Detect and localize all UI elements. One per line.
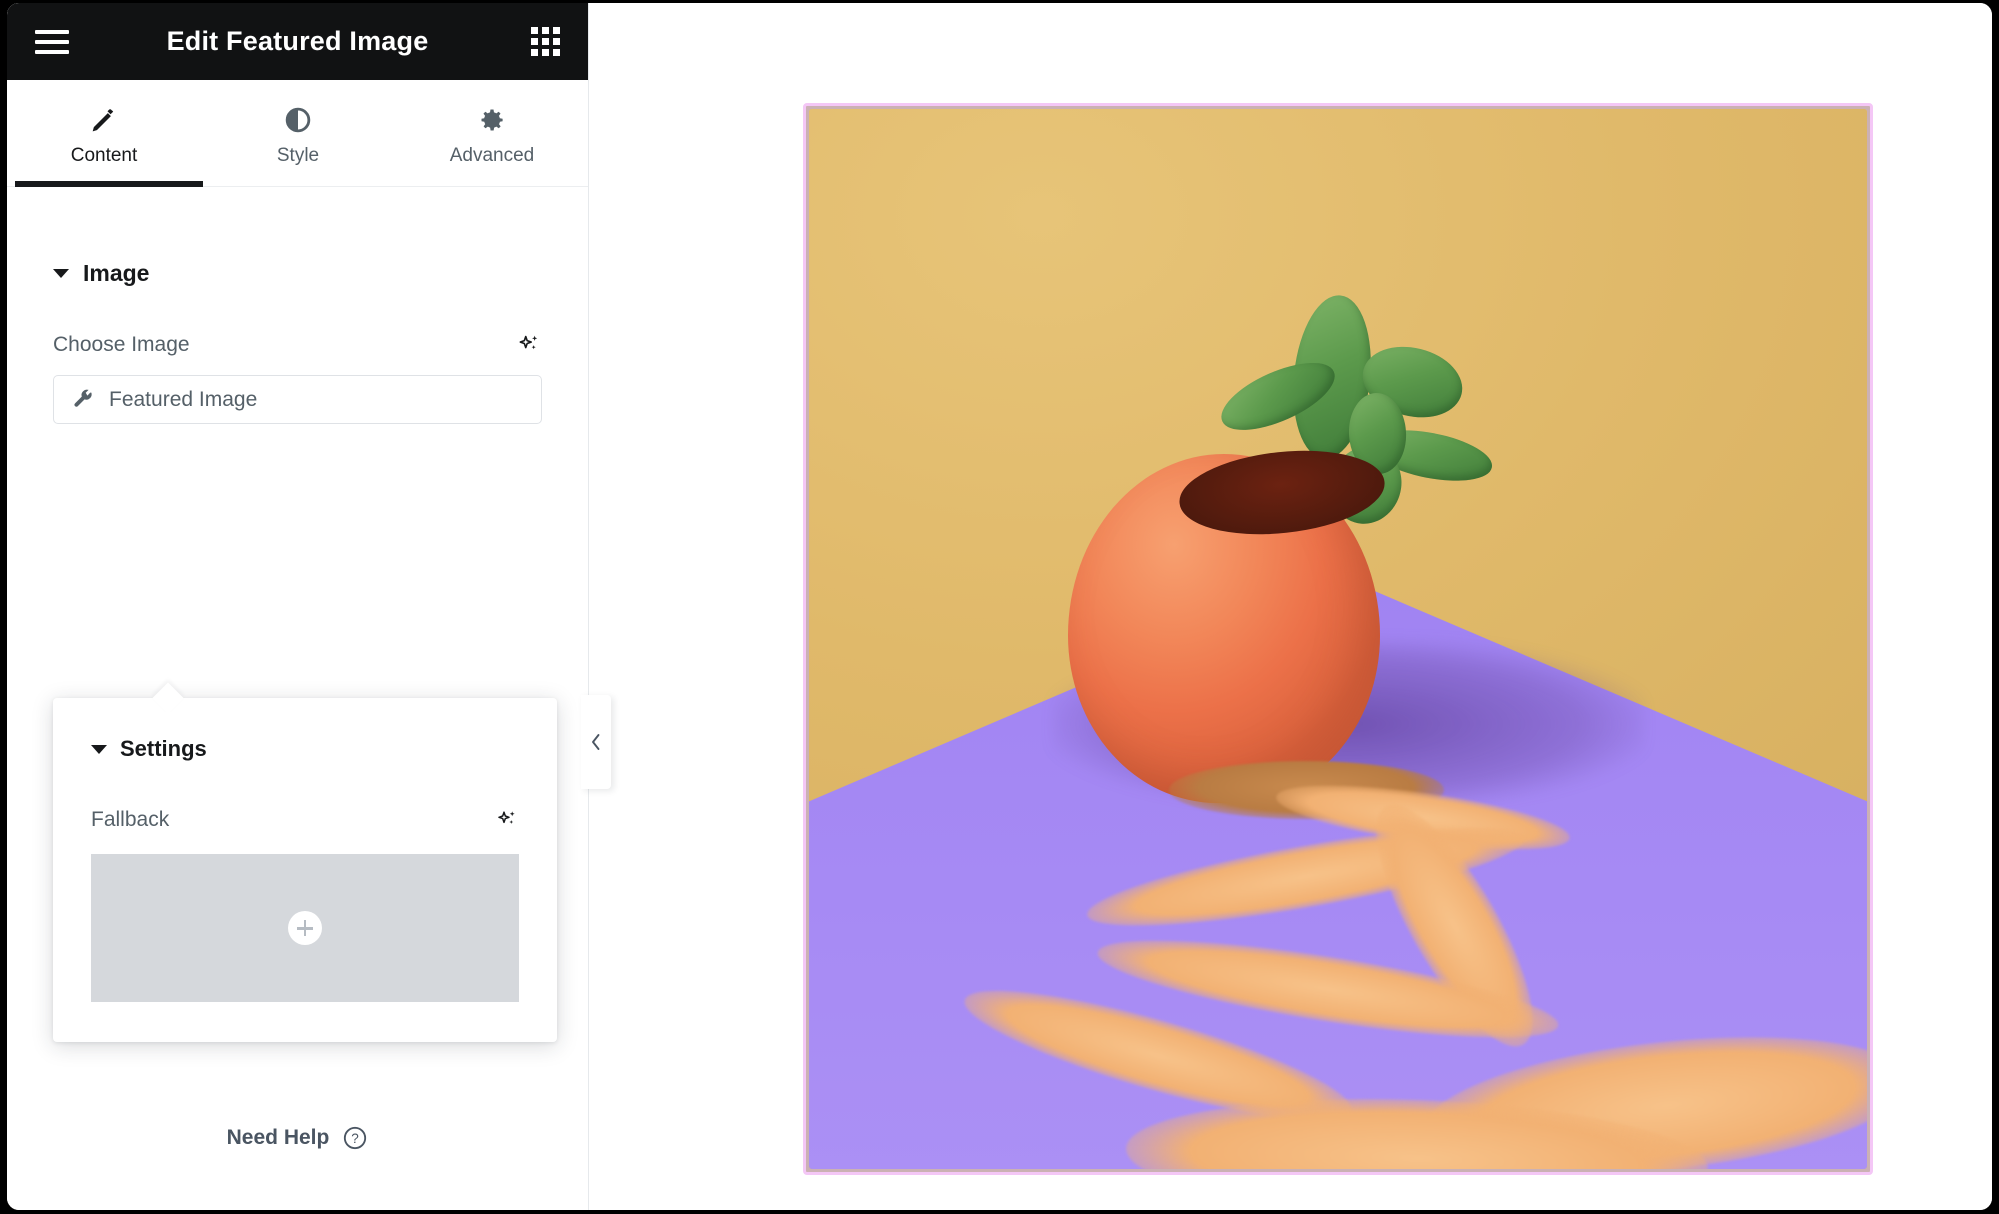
pencil-icon (92, 108, 114, 131)
tab-content[interactable]: Content (7, 80, 203, 187)
tab-content-label: Content (70, 144, 138, 166)
caret-down-icon (91, 744, 107, 754)
need-help-label: Need Help (226, 1126, 330, 1149)
wrench-icon (74, 389, 92, 407)
fallback-image-dropzone[interactable] (91, 854, 519, 1002)
tab-style[interactable]: Style (201, 80, 395, 186)
editor-tabs: Content Style Advanced (7, 80, 588, 187)
settings-popover: Settings Fallback (53, 698, 557, 1042)
choose-image-input-value: Featured Image (109, 387, 258, 411)
svg-text:?: ? (352, 1131, 360, 1146)
image-section-header[interactable]: Image (53, 260, 542, 287)
fallback-label: Fallback (91, 808, 170, 831)
question-circle-icon: ? (344, 1126, 367, 1150)
fallback-label-row: Fallback (91, 808, 519, 832)
image-section-title: Image (83, 260, 150, 286)
panel-header: Edit Featured Image (7, 3, 588, 80)
choose-image-label-row: Choose Image (53, 332, 542, 358)
featured-image-selection-frame[interactable] (803, 103, 1873, 1175)
chevron-left-icon (592, 734, 600, 750)
caret-down-icon (53, 269, 69, 278)
tab-style-label: Style (276, 144, 320, 166)
need-help-link[interactable]: Need Help ? (7, 1125, 588, 1151)
window-body: Edit Featured Image Content Style Advanc… (7, 3, 1992, 1210)
gear-icon (481, 109, 503, 130)
ai-sparkle-icon[interactable] (495, 808, 519, 832)
choose-image-label: Choose Image (53, 333, 190, 356)
tab-advanced[interactable]: Advanced (395, 80, 589, 186)
ai-sparkle-icon[interactable] (516, 332, 542, 358)
photo-sand-pile (1168, 760, 1444, 820)
featured-image-preview (809, 109, 1867, 1169)
apps-grid-icon[interactable] (531, 27, 560, 56)
panel-title: Edit Featured Image (166, 26, 429, 56)
settings-section-title: Settings (120, 736, 207, 761)
panel-content: Image Choose Image Featured Image Settin… (7, 260, 588, 1150)
settings-section-header[interactable]: Settings (91, 736, 519, 762)
choose-image-input[interactable]: Featured Image (53, 375, 542, 424)
editor-sidebar-panel: Edit Featured Image Content Style Advanc… (7, 3, 589, 1210)
panel-collapse-handle[interactable] (581, 695, 611, 789)
plus-circle-icon (288, 911, 322, 945)
contrast-icon (285, 107, 311, 132)
tab-advanced-label: Advanced (449, 144, 535, 166)
preview-canvas (590, 3, 1992, 1210)
hamburger-menu-icon[interactable] (35, 29, 69, 54)
application-window: Edit Featured Image Content Style Advanc… (0, 0, 1999, 1214)
